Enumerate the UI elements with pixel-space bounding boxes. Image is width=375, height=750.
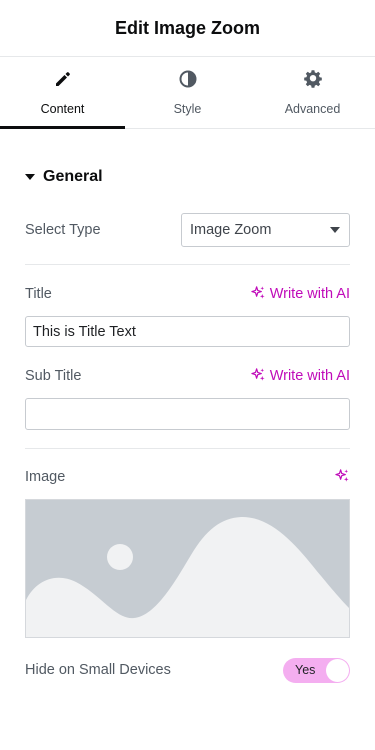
subtitle-label: Sub Title — [25, 368, 82, 384]
title-input[interactable] — [25, 316, 350, 347]
gear-icon — [303, 69, 323, 94]
subtitle-field-head: Sub Title Write with AI — [25, 366, 350, 386]
sparkle-icon — [251, 285, 266, 304]
tab-bar: Content Style Advanced — [0, 57, 375, 129]
sparkle-icon — [335, 468, 350, 487]
divider — [25, 264, 350, 265]
select-type-label: Select Type — [25, 222, 101, 238]
image-picker[interactable] — [25, 499, 350, 638]
hide-small-devices-label: Hide on Small Devices — [25, 662, 171, 678]
subtitle-write-with-ai-button[interactable]: Write with AI — [251, 367, 350, 386]
select-type-dropdown[interactable]: Image Zoom — [181, 213, 350, 247]
subtitle-ai-label: Write with AI — [269, 368, 350, 384]
panel-title: Edit Image Zoom — [114, 17, 260, 38]
title-write-with-ai-button[interactable]: Write with AI — [251, 285, 350, 304]
tab-advanced[interactable]: Advanced — [250, 57, 375, 128]
divider — [25, 448, 350, 449]
image-label: Image — [25, 469, 66, 485]
tab-style[interactable]: Style — [125, 57, 250, 128]
hide-small-devices-row: Hide on Small Devices Yes — [25, 657, 350, 683]
caret-down-icon — [25, 174, 35, 180]
title-field-head: Title Write with AI — [25, 284, 350, 304]
tab-content-label: Content — [40, 102, 85, 116]
toggle-knob — [326, 658, 349, 682]
section-title: General — [43, 168, 103, 185]
sparkle-icon — [251, 367, 266, 386]
title-label: Title — [25, 286, 52, 302]
tab-style-label: Style — [173, 102, 202, 116]
content-panel: General Select Type Image Zoom Title Wri… — [0, 167, 375, 683]
hide-small-devices-toggle[interactable]: Yes — [283, 657, 350, 683]
image-placeholder-icon — [26, 500, 349, 637]
title-ai-label: Write with AI — [269, 286, 350, 302]
tab-content[interactable]: Content — [0, 57, 125, 129]
subtitle-input[interactable] — [25, 398, 350, 430]
select-type-row: Select Type Image Zoom — [25, 213, 350, 247]
section-general-toggle[interactable]: General — [25, 167, 350, 187]
image-ai-button[interactable] — [335, 468, 350, 487]
contrast-icon — [178, 69, 198, 94]
pencil-icon — [53, 69, 73, 94]
image-field-head: Image — [25, 467, 350, 487]
select-type-value: Image Zoom — [190, 222, 272, 238]
tab-advanced-label: Advanced — [284, 102, 341, 116]
toggle-label: Yes — [295, 663, 316, 677]
chevron-down-icon — [330, 227, 340, 233]
panel-header: Edit Image Zoom — [0, 0, 375, 57]
